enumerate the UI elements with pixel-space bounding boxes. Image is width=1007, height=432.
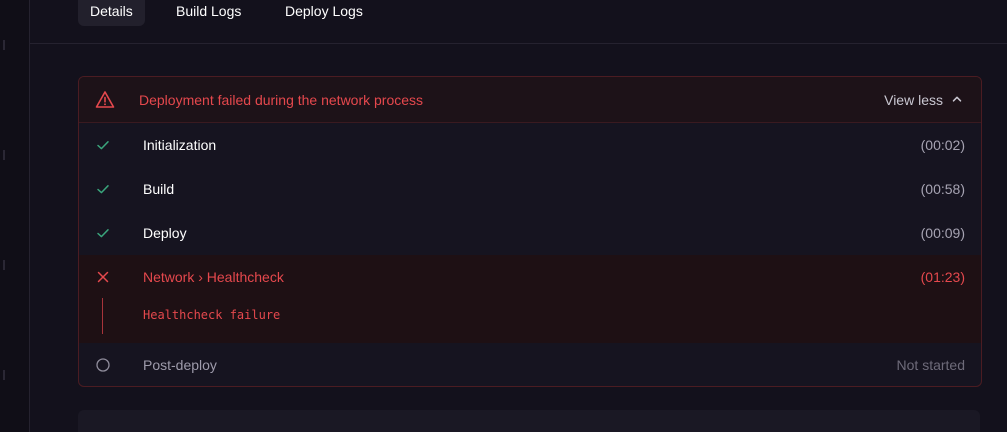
step-label: Network › Healthcheck — [143, 269, 284, 285]
step-row-initialization: Initialization (00:02) — [79, 123, 981, 167]
rail-divider — [3, 150, 5, 160]
step-row-network-healthcheck: Network › Healthcheck (01:23) Healthchec… — [79, 255, 981, 343]
rail-divider — [3, 260, 5, 270]
view-less-toggle[interactable]: View less — [884, 77, 963, 123]
step-label: Post-deploy — [143, 357, 217, 373]
step-label: Initialization — [143, 137, 217, 153]
log-line: Healthcheck failure — [143, 308, 281, 322]
tab-build-logs[interactable]: Build Logs — [164, 0, 253, 26]
step-label: Deploy — [143, 225, 187, 241]
step-duration: (00:02) — [920, 137, 965, 153]
step-row-post-deploy: Post-deploy Not started — [79, 343, 981, 386]
failure-banner: Deployment failed during the network pro… — [79, 77, 981, 123]
failure-message: Deployment failed during the network pro… — [139, 92, 424, 108]
deployment-status-card: Deployment failed during the network pro… — [78, 76, 982, 387]
deployment-details-view: Details Build Logs Deploy Logs Deploymen… — [0, 0, 1007, 432]
step-duration: (00:58) — [920, 181, 965, 197]
tab-deploy-logs[interactable]: Deploy Logs — [273, 0, 375, 26]
check-icon — [95, 181, 111, 197]
log-indent-bar — [102, 298, 103, 334]
step-status: Not started — [896, 357, 965, 373]
check-icon — [95, 137, 111, 153]
step-label: Build — [143, 181, 175, 197]
x-icon — [95, 269, 111, 285]
check-icon — [95, 225, 111, 241]
circle-icon — [95, 357, 111, 373]
step-row-build: Build (00:58) — [79, 167, 981, 211]
rail-divider — [3, 370, 5, 380]
warning-triangle-icon — [95, 90, 115, 114]
next-section-card — [78, 410, 980, 432]
left-rail — [0, 0, 30, 432]
tab-bar: Details Build Logs Deploy Logs — [30, 0, 1007, 44]
step-duration: (00:09) — [920, 225, 965, 241]
chevron-up-icon — [943, 77, 963, 123]
step-row-deploy: Deploy (00:09) — [79, 211, 981, 255]
view-less-label: View less — [884, 92, 943, 108]
rail-divider — [3, 40, 5, 50]
tab-details[interactable]: Details — [78, 0, 145, 26]
step-duration: (01:23) — [920, 269, 965, 285]
